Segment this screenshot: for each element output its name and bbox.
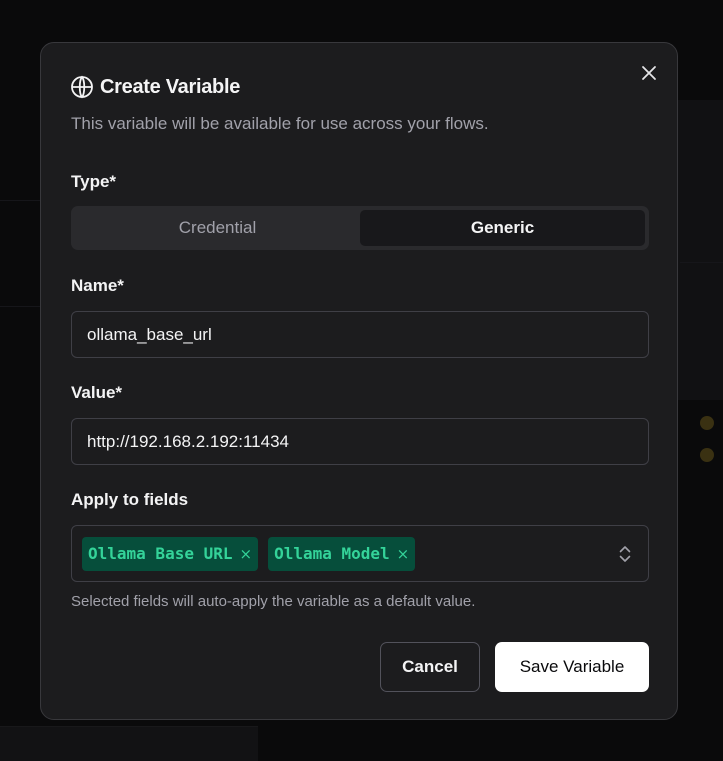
chevron-up-down-icon[interactable] <box>616 544 634 564</box>
background-divider <box>680 262 723 263</box>
background-divider <box>0 200 40 201</box>
chip-remove-icon[interactable]: × <box>397 545 410 563</box>
apply-to-fields-select[interactable]: Ollama Base URL × Ollama Model × <box>71 525 649 582</box>
background-dot <box>700 448 714 462</box>
dialog-header: Create Variable <box>70 75 240 99</box>
chip-label: Ollama Base URL <box>88 544 233 563</box>
apply-to-fields-label: Apply to fields <box>71 490 189 509</box>
value-label: Value* <box>71 383 123 402</box>
cancel-button[interactable]: Cancel <box>380 642 480 692</box>
type-label: Type* <box>71 172 117 191</box>
type-toggle: Credential Generic <box>71 206 649 250</box>
value-input[interactable]: http://192.168.2.192:11434 <box>71 418 649 465</box>
tab-credential[interactable]: Credential <box>75 210 360 246</box>
chip-label: Ollama Model <box>274 544 390 563</box>
globe-icon <box>71 75 93 99</box>
close-icon <box>642 66 656 80</box>
create-variable-dialog: Create Variable This variable will be av… <box>40 42 678 720</box>
chip-remove-icon[interactable]: × <box>240 545 253 563</box>
name-label: Name* <box>71 276 124 295</box>
save-variable-button[interactable]: Save Variable <box>495 642 649 692</box>
tab-generic[interactable]: Generic <box>360 210 645 246</box>
background-button <box>0 726 258 761</box>
close-button[interactable] <box>637 61 661 85</box>
dialog-subtitle: This variable will be available for use … <box>71 114 489 133</box>
field-chip-ollama-model: Ollama Model × <box>268 536 416 571</box>
background-dot <box>700 416 714 430</box>
apply-fields-helper-text: Selected fields will auto-apply the vari… <box>71 593 476 610</box>
name-input[interactable]: ollama_base_url <box>71 311 649 358</box>
background-divider <box>0 306 40 307</box>
dialog-title: Create Variable <box>100 75 241 98</box>
field-chip-ollama-base-url: Ollama Base URL × <box>82 536 259 571</box>
